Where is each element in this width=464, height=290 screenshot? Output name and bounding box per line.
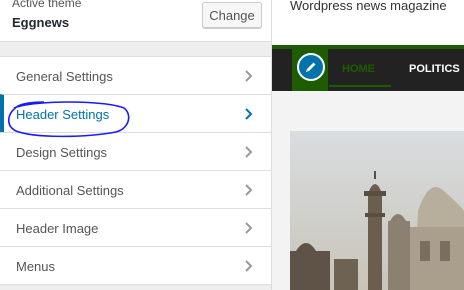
chevron-right-icon — [241, 182, 257, 198]
primary-navbar: HOME POLITICS — [272, 49, 464, 91]
site-preview: Wordpress news magazine HOME POLITICS — [272, 0, 464, 290]
section-label: Header Settings — [16, 107, 110, 122]
content-area — [272, 91, 464, 290]
nav-active-underline — [329, 85, 391, 87]
section-menus[interactable]: Menus — [0, 246, 271, 285]
pencil-icon[interactable] — [297, 53, 325, 81]
section-label: Header Image — [16, 221, 99, 236]
theme-name: Eggnews — [12, 15, 70, 30]
chevron-right-icon — [241, 144, 257, 160]
customizer-panel: Active theme Eggnews Change General Sett… — [0, 0, 272, 290]
section-label: Additional Settings — [16, 183, 124, 198]
featured-image[interactable] — [290, 131, 464, 290]
active-theme-box: Active theme Eggnews Change — [0, 0, 271, 42]
section-list: General Settings Header Settings Design … — [0, 56, 271, 285]
chevron-right-icon — [241, 220, 257, 236]
section-label: Design Settings — [16, 145, 108, 160]
site-tagline: Wordpress news magazine — [290, 0, 447, 13]
section-label: General Settings — [16, 69, 113, 84]
section-general-settings[interactable]: General Settings — [0, 56, 271, 95]
section-header-image[interactable]: Header Image — [0, 208, 271, 247]
section-additional-settings[interactable]: Additional Settings — [0, 170, 271, 209]
change-theme-button[interactable]: Change — [202, 2, 262, 28]
active-theme-label: Active theme — [12, 0, 82, 10]
chevron-right-icon — [241, 106, 257, 122]
nav-link-home[interactable]: HOME — [342, 63, 375, 75]
section-design-settings[interactable]: Design Settings — [0, 132, 271, 171]
nav-link-politics[interactable]: POLITICS — [409, 63, 460, 75]
section-header-settings[interactable]: Header Settings — [0, 94, 271, 133]
chevron-right-icon — [241, 68, 257, 84]
section-label: Menus — [16, 259, 56, 274]
chevron-right-icon — [241, 258, 257, 274]
